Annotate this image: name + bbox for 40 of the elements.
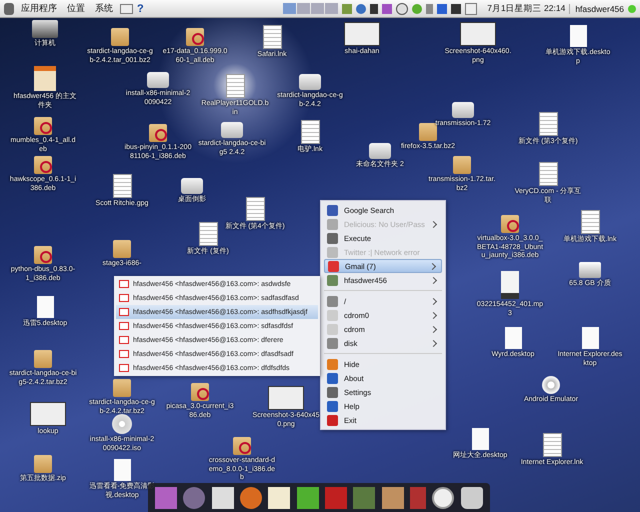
document-icon[interactable]: [198, 222, 218, 246]
package-icon[interactable]: [186, 28, 204, 46]
document-icon[interactable]: [538, 112, 558, 136]
image-thumbnail[interactable]: [460, 22, 496, 46]
clock-icon[interactable]: [432, 486, 454, 508]
package-icon[interactable]: [233, 437, 251, 455]
file-icon[interactable]: [504, 327, 522, 349]
document-icon[interactable]: [538, 162, 558, 186]
workspace-tile[interactable]: [325, 3, 338, 14]
image-thumbnail[interactable]: [268, 386, 304, 410]
panel-menu[interactable]: 位置: [64, 2, 88, 15]
document-icon[interactable]: [580, 210, 600, 234]
package-icon[interactable]: [191, 383, 209, 401]
workspace-tile[interactable]: [297, 3, 310, 14]
document-icon[interactable]: [246, 197, 264, 221]
file-icon[interactable]: [582, 327, 598, 349]
image-thumbnail[interactable]: [344, 22, 380, 46]
workspace-tile[interactable]: [283, 3, 296, 14]
file-icon[interactable]: [472, 428, 488, 450]
help-button[interactable]: ?: [137, 2, 144, 14]
package-icon[interactable]: [149, 124, 167, 142]
package-icon[interactable]: [501, 215, 519, 233]
panel-menu[interactable]: 应用程序: [18, 2, 60, 15]
document-icon[interactable]: [262, 25, 282, 49]
audio-file-icon[interactable]: [501, 271, 519, 299]
document-icon[interactable]: [112, 174, 132, 198]
document-icon[interactable]: [542, 433, 562, 457]
package-icon[interactable]: [34, 156, 52, 174]
clock[interactable]: 7月1日星期三 22:14: [487, 2, 566, 14]
workspace-tile[interactable]: [311, 3, 324, 14]
file-icon[interactable]: [570, 25, 586, 47]
package-icon[interactable]: [34, 117, 52, 135]
file-icon[interactable]: [36, 296, 54, 318]
panel-menu[interactable]: 系统: [92, 2, 116, 15]
tray-icon[interactable]: [382, 4, 392, 14]
file-icon[interactable]: [114, 459, 130, 481]
package-icon[interactable]: [34, 246, 52, 264]
user-menu[interactable]: hfasdwer456: [569, 4, 624, 14]
document-icon[interactable]: [300, 120, 320, 144]
image-thumbnail[interactable]: [30, 402, 66, 426]
